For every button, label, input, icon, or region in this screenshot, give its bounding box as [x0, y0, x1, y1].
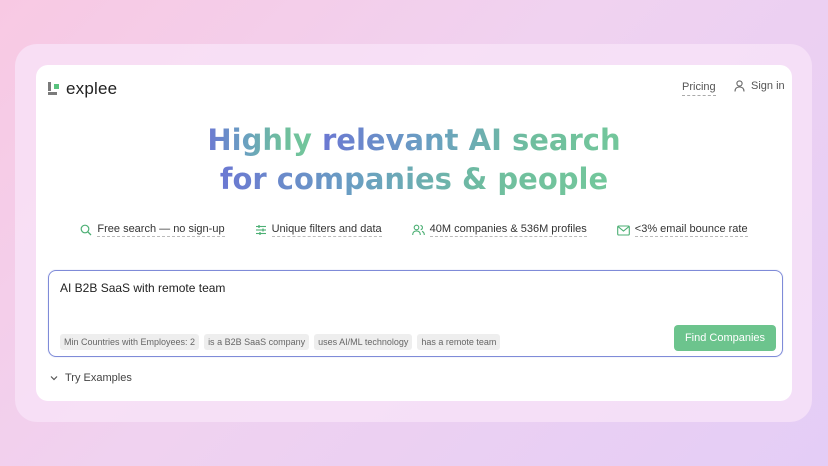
feature-label: Unique filters and data [271, 223, 382, 237]
logo-text: explee [66, 79, 118, 98]
title-word-highly: Highly [207, 123, 312, 157]
mail-icon [616, 224, 630, 236]
try-examples-label: Try Examples [65, 372, 132, 384]
filter-chip[interactable]: uses AI/ML technology [314, 334, 413, 350]
filter-chip[interactable]: Min Countries with Employees: 2 [60, 334, 200, 350]
user-icon [734, 80, 745, 92]
try-examples-toggle[interactable]: Try Examples [50, 372, 132, 384]
users-icon [411, 224, 425, 236]
signin-button[interactable]: Sign in [734, 80, 785, 92]
filter-chip[interactable]: has a remote team [417, 334, 501, 350]
main-card: explee Pricing Sign in Highly relevant A… [36, 65, 792, 401]
chevron-down-icon [50, 376, 58, 381]
search-icon [80, 224, 92, 236]
page-title: Highly relevant AI search for companies … [36, 121, 792, 199]
feature-label: 40M companies & 536M profiles [429, 223, 587, 237]
feature-free-search: Free search — no sign-up [80, 223, 225, 237]
sliders-icon [255, 225, 266, 235]
signin-label: Sign in [751, 80, 785, 92]
pricing-link[interactable]: Pricing [682, 81, 716, 96]
features-row: Free search — no sign-up Unique filters … [36, 223, 792, 237]
logo[interactable]: explee [48, 79, 117, 99]
search-input[interactable]: AI B2B SaaS with remote team [60, 281, 225, 295]
find-companies-button[interactable]: Find Companies [674, 325, 776, 351]
title-line1-rest: relevant AI search [321, 123, 621, 157]
search-box[interactable]: AI B2B SaaS with remote team Min Countri… [48, 270, 783, 357]
logo-mark-icon [48, 82, 62, 96]
feature-profiles: 40M companies & 536M profiles [411, 223, 587, 237]
feature-label: Free search — no sign-up [97, 223, 225, 237]
title-line2: for companies & people [219, 162, 609, 196]
feature-bounce: <3% email bounce rate [616, 223, 748, 237]
feature-filters: Unique filters and data [255, 223, 382, 237]
filter-chips: Min Countries with Employees: 2 is a B2B… [60, 334, 501, 350]
feature-label: <3% email bounce rate [634, 223, 748, 237]
filter-chip[interactable]: is a B2B SaaS company [204, 334, 310, 350]
